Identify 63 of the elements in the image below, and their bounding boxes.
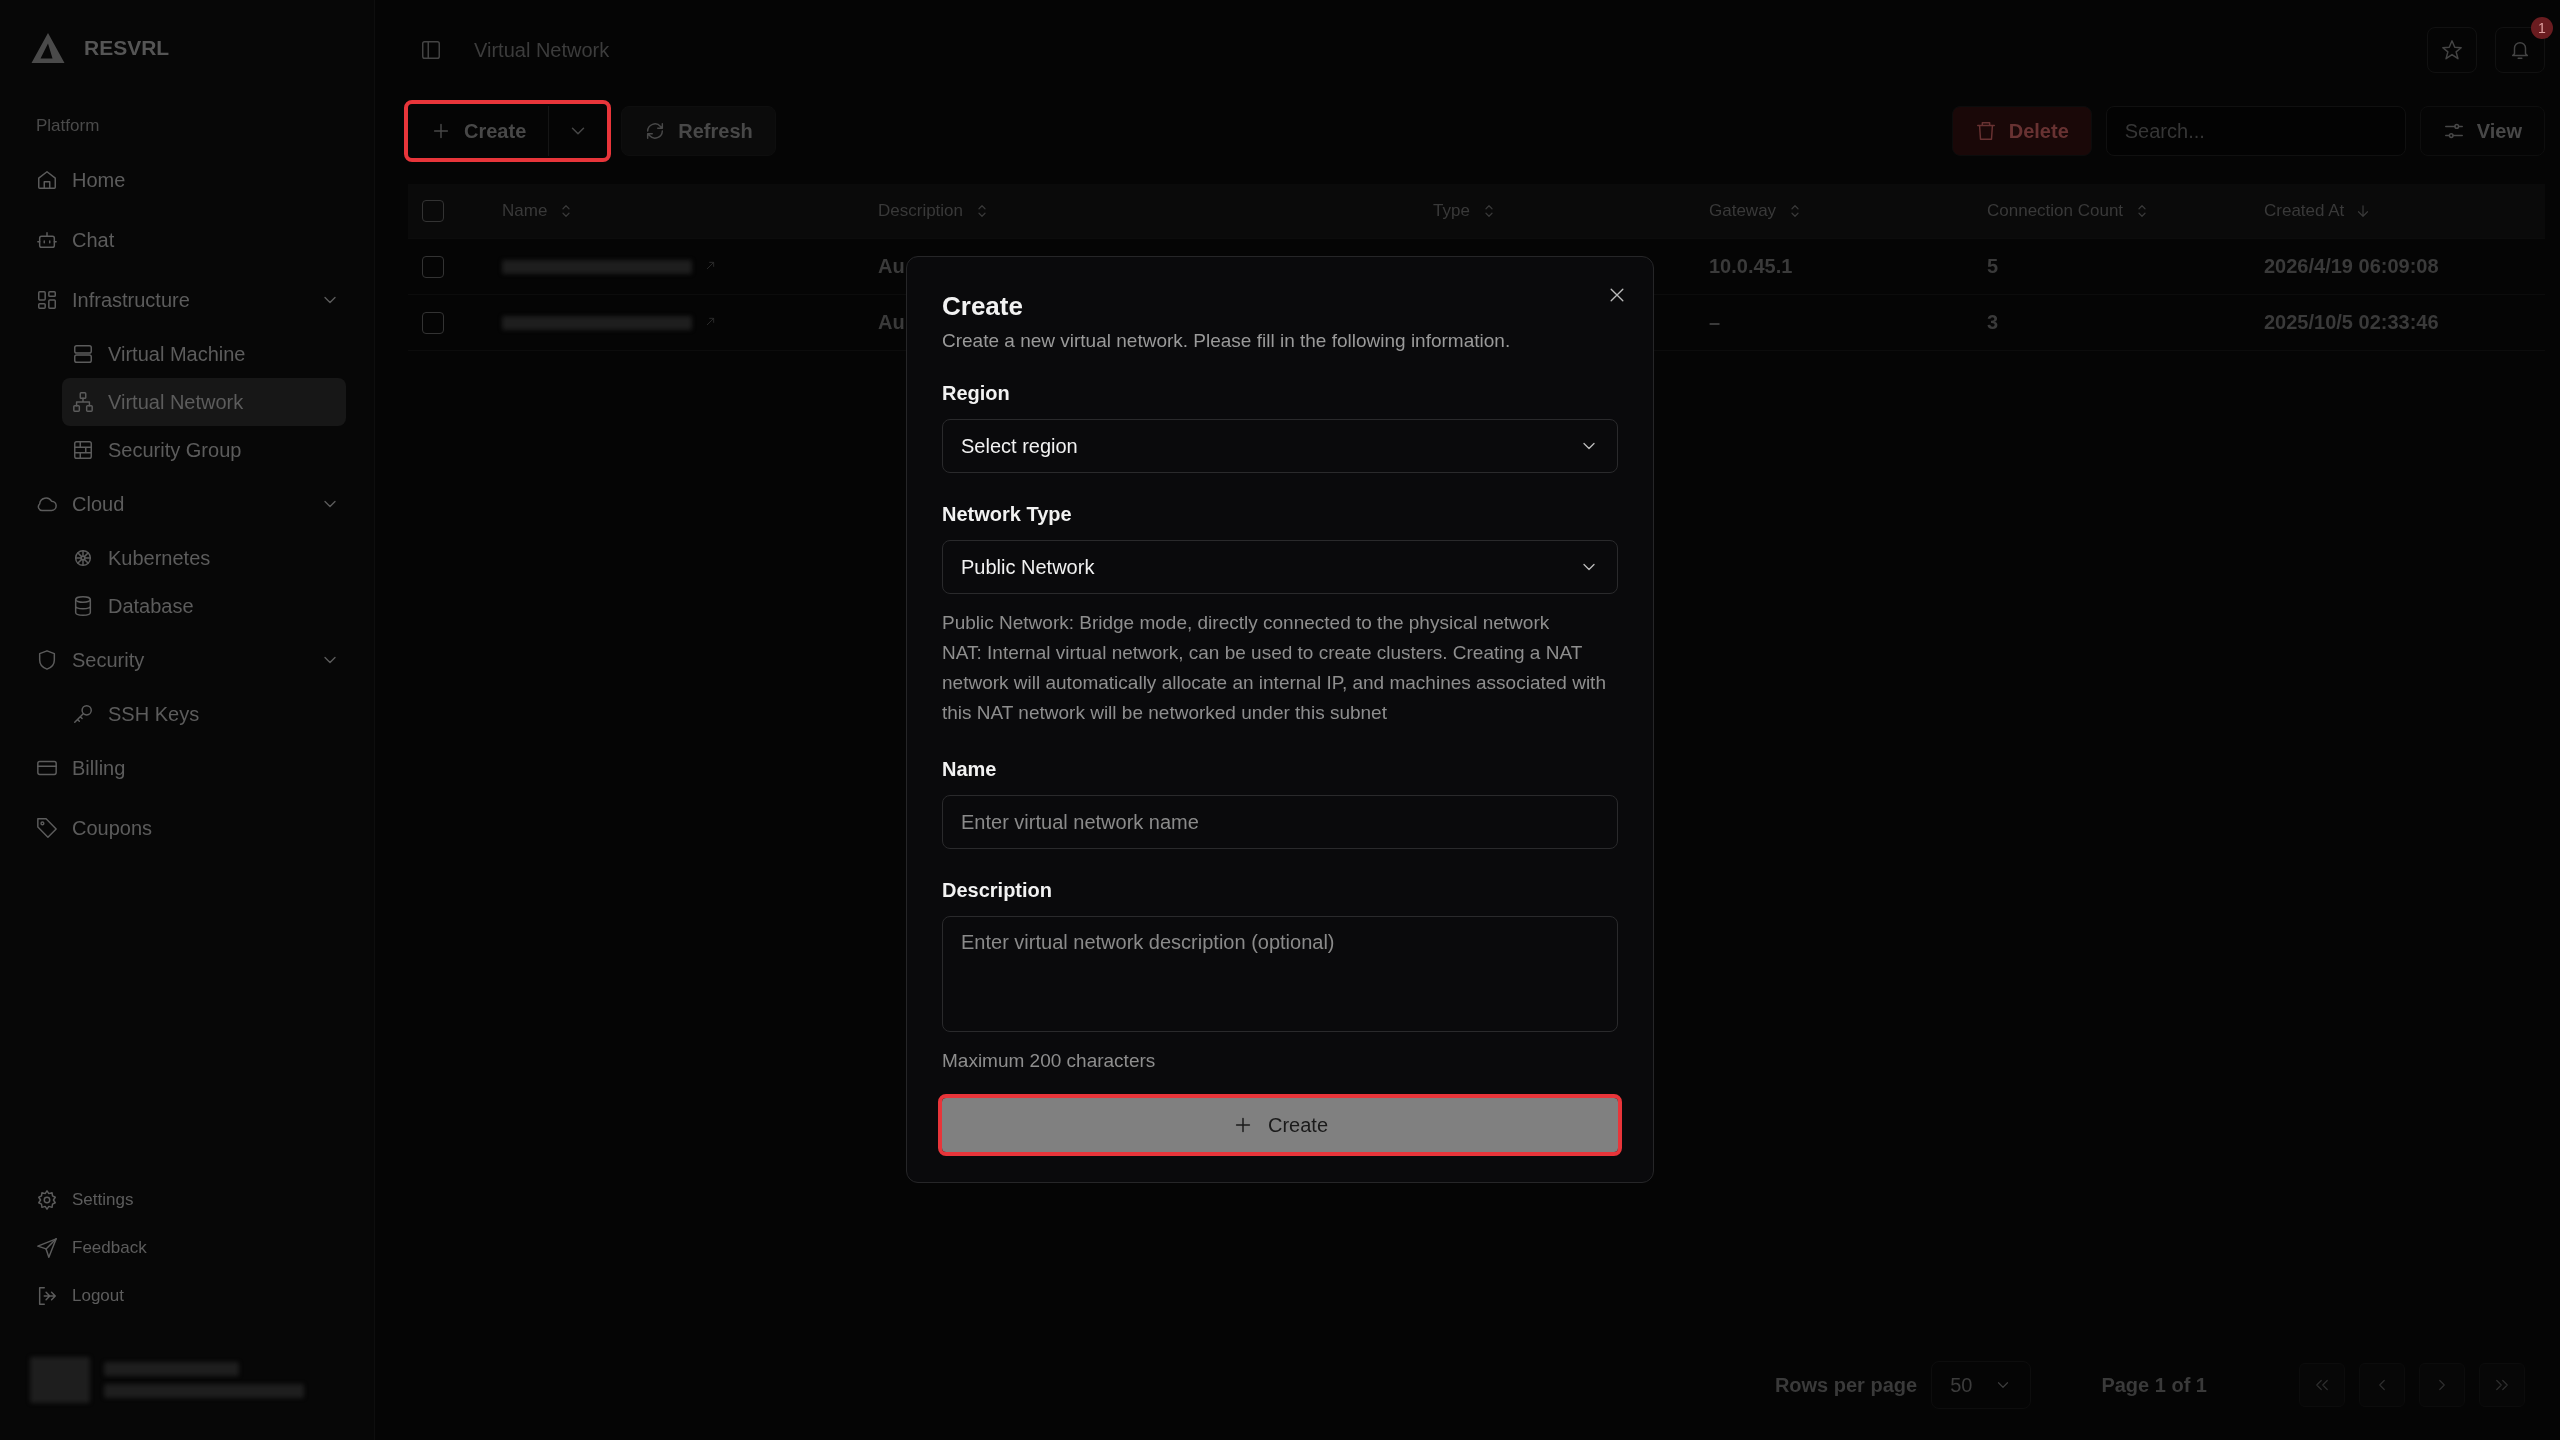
sidebar-item[interactable]: Virtual Network: [62, 378, 346, 426]
input-field[interactable]: Enter virtual network name: [942, 795, 1618, 849]
field-label: Region: [942, 382, 1011, 405]
star-icon: [2441, 39, 2463, 61]
sidebar-item[interactable]: SSH Keys: [62, 690, 346, 738]
last-page-button[interactable]: [2479, 1363, 2525, 1407]
sidebar-item[interactable]: Virtual Machine: [62, 330, 346, 378]
settings-icon: [36, 1189, 58, 1211]
row-checkbox[interactable]: [422, 311, 444, 334]
network-icon: [72, 391, 94, 413]
dialog-subtitle: Create a new virtual network. Please fill in the following information.: [942, 330, 1512, 352]
field-label: Network Type: [942, 503, 1073, 526]
sidebar-item[interactable]: Security Group: [62, 426, 346, 474]
sidebar-item[interactable]: Security: [30, 636, 346, 684]
first-page-button[interactable]: [2299, 1363, 2345, 1407]
row-checkbox[interactable]: [422, 255, 444, 278]
next-page-button[interactable]: [2419, 1363, 2465, 1407]
section-label: Platform: [35, 115, 101, 137]
help-text: Maximum 200 characters: [942, 1049, 1157, 1073]
panel-icon: [420, 39, 442, 61]
view-button[interactable]: View: [2419, 106, 2545, 156]
logo-text: RESVRL: [84, 36, 170, 60]
logout-icon: [36, 1285, 58, 1307]
favorite-button[interactable]: [2427, 27, 2477, 73]
robot-icon: [36, 229, 58, 251]
select-all-checkbox[interactable]: [422, 200, 444, 222]
textarea-field[interactable]: Enter virtual network description (optional): [942, 916, 1618, 1032]
grid-icon: [72, 439, 94, 461]
dialog-title: Create: [942, 291, 1024, 322]
sidebar-item[interactable]: Logout: [30, 1276, 346, 1316]
sidebar-item[interactable]: Feedback: [30, 1228, 346, 1268]
sidebar-item[interactable]: Infrastructure: [30, 276, 346, 324]
help-text: NAT: Internal virtual network, can be used to create clusters. Creating a NAT network will automatically allocate an internal IP, and machines associated with this NAT network will be networked under this subnet: [942, 641, 1607, 725]
select-field[interactable]: Select region: [942, 419, 1618, 473]
server-icon: [72, 343, 94, 365]
send-icon: [36, 1237, 58, 1259]
sidebar-item[interactable]: Settings: [30, 1180, 346, 1220]
trash-icon: [1974, 120, 1997, 142]
sidebar-item[interactable]: Kubernetes: [62, 534, 346, 582]
sidebar-item[interactable]: Home: [30, 156, 346, 204]
database-icon: [72, 595, 94, 617]
key-icon: [72, 703, 94, 725]
table-cell: –: [1709, 311, 1721, 334]
previous-page-button[interactable]: [2359, 1363, 2405, 1407]
bell-icon: [2509, 39, 2531, 61]
sidebar-item[interactable]: Cloud: [30, 480, 346, 528]
grid-icon: [36, 289, 58, 311]
sidebar-item[interactable]: Coupons: [30, 804, 346, 852]
notification-badge: 1: [2531, 17, 2553, 39]
help-text: Public Network: Bridge mode, directly connected to the physical network: [942, 611, 1551, 635]
create-split-button[interactable]: Create: [408, 104, 608, 158]
refresh-button[interactable]: Refresh: [621, 106, 776, 156]
sidebar-item[interactable]: Database: [62, 582, 346, 630]
select-field[interactable]: Public Network: [942, 540, 1618, 594]
sidebar-item[interactable]: Billing: [30, 744, 346, 792]
field-label: Description: [942, 879, 1054, 902]
home-icon: [36, 169, 58, 191]
shield-icon: [36, 649, 58, 671]
create-button[interactable]: Create: [408, 106, 549, 156]
tag-icon: [36, 817, 58, 839]
wheel-icon: [72, 547, 94, 569]
sidebar-item[interactable]: Chat: [30, 216, 346, 264]
field-label: Name: [942, 758, 998, 781]
